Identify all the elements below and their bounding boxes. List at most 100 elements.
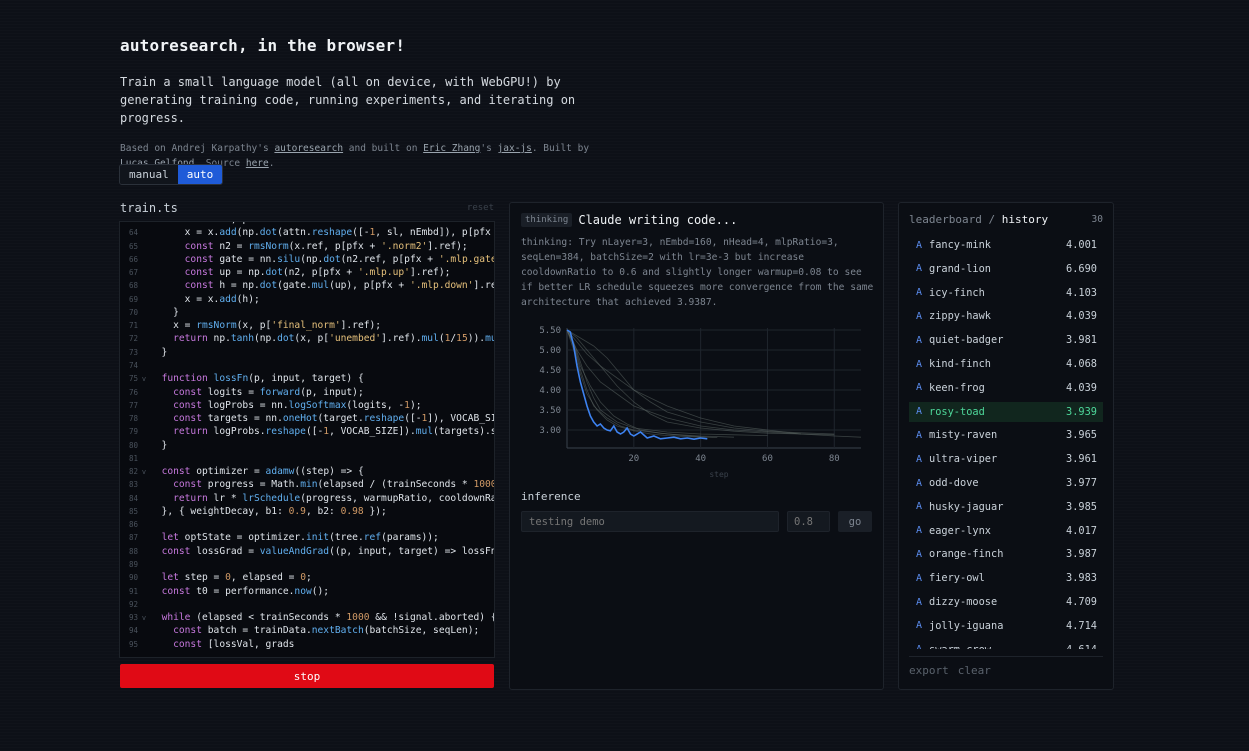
code-text: function lossFn(p, input, target) { — [150, 373, 364, 384]
leaderboard-list[interactable]: Afancy-mink 4.001 Agrand-lion 6.690 Aicy-fin… — [909, 235, 1103, 649]
code-token: )). — [467, 333, 486, 345]
code-token: const — [184, 267, 214, 279]
line-number: 83 — [128, 480, 138, 490]
line-number: 90 — [128, 573, 138, 583]
fold-icon[interactable]: v — [138, 466, 150, 479]
code-token: add — [219, 227, 237, 239]
code-token: (params)); — [381, 532, 439, 544]
eric-zhang-link[interactable]: Eric Zhang — [423, 143, 480, 154]
leaderboard-tabs: leaderboard / history — [909, 213, 1048, 226]
code-token: ].ref); — [427, 240, 468, 252]
fold-icon[interactable]: v — [138, 612, 150, 625]
leaderboard-row[interactable]: Afancy-mink 4.001 — [909, 235, 1103, 255]
loss-chart: 3.00 3.50 4.00 4.50 5.00 5.50 20 40 60 80 step — [539, 326, 862, 479]
code-line: 69 x = x.add(h); — [120, 293, 260, 306]
auto-run-icon: A — [916, 334, 923, 346]
code-token: np. — [207, 333, 231, 345]
x-tick-label: 20 — [628, 454, 639, 464]
run-score: 3.987 — [1066, 548, 1097, 561]
run-name: icy-finch — [929, 286, 985, 299]
code-text: let optState = optimizer.init(tree.ref(p… — [150, 532, 439, 543]
credits-text: Based on Andrej Karpathy's — [120, 143, 275, 154]
leaderboard-row[interactable]: Akeen-frog 4.039 — [909, 378, 1103, 398]
auto-run-icon: A — [916, 477, 923, 489]
run-name: orange-finch — [929, 548, 1004, 561]
leaderboard-row[interactable]: Aquiet-badger 3.981 — [909, 330, 1103, 350]
code-token: const — [173, 399, 202, 411]
code-token: const — [173, 386, 202, 398]
inference-temperature-input[interactable] — [787, 511, 830, 532]
mode-auto-button[interactable]: auto — [177, 165, 223, 184]
run-name: fiery-owl — [929, 572, 985, 585]
code-token: }, { weightDecay, b1: — [150, 505, 289, 517]
line-number: 74 — [128, 360, 138, 370]
autoresearch-link[interactable]: autoresearch — [274, 143, 343, 154]
leaderboard-row[interactable]: Arosy-toad 3.939 — [909, 401, 1103, 422]
code-line: 79 return logProbs.reshape([-1, VOCAB_SI… — [120, 425, 494, 438]
inference-go-button[interactable]: go — [838, 511, 872, 532]
run-score: 4.714 — [1066, 619, 1097, 632]
code-token: , VOCAB_SIZE]). — [329, 426, 416, 438]
clear-button[interactable]: clear — [958, 664, 991, 677]
leaderboard-row[interactable]: Aeager-lynx 4.017 — [909, 521, 1103, 541]
past-run-line — [566, 329, 735, 438]
leaderboard-row[interactable]: Aodd-dove 3.977 — [909, 473, 1103, 493]
source-link[interactable]: here — [246, 158, 269, 169]
code-token: '.mlp.gate' — [438, 253, 494, 265]
code-line: 85 }, { weightDecay, b1: 0.9, b2: 0.98 }… — [120, 505, 387, 518]
export-button[interactable]: export — [909, 664, 949, 677]
run-name: kind-finch — [929, 358, 991, 370]
code-line: 70 } — [120, 306, 179, 319]
code-token: (attn. — [277, 227, 312, 239]
leaderboard-row[interactable]: Ahusky-jaguar 3.985 — [909, 497, 1103, 517]
code-token: 0.9 — [288, 505, 306, 517]
run-score: 4.001 — [1066, 239, 1097, 251]
fold-icon[interactable]: v — [138, 373, 150, 386]
leaderboard-row[interactable]: Amisty-raven 3.965 — [909, 425, 1103, 445]
code-token: logProbs. — [207, 426, 266, 438]
code-line: 93 v while (elapsed < trainSeconds * 1000… — [120, 611, 494, 625]
reset-button[interactable]: reset — [467, 203, 494, 213]
leaderboard-row[interactable]: Ajolly-iguana 4.714 — [909, 616, 1103, 636]
code-line: 94 const batch = trainData.nextBatch(bat… — [120, 624, 479, 637]
y-tick-label: 4.00 — [539, 386, 561, 396]
jax-js-link[interactable]: jax-js — [498, 143, 532, 154]
stop-button[interactable]: stop — [120, 664, 494, 688]
leaderboard-row[interactable]: Afiery-owl 3.983 — [909, 568, 1103, 588]
leaderboard-row[interactable]: Azippy-hawk 4.039 — [909, 306, 1103, 326]
code-text: x = rmsNorm(x, p['final_norm'].ref); — [150, 320, 381, 331]
code-token: lossGrad = — [190, 545, 260, 557]
inference-prompt-input[interactable] — [521, 511, 779, 532]
leaderboard-row[interactable]: Aswarm-crow4.614 — [909, 640, 1103, 649]
code-token: dot — [323, 253, 341, 265]
leaderboard-row[interactable]: Agrand-lion 6.690 — [909, 259, 1103, 279]
leaderboard-row[interactable]: Akind-finch 4.068 — [909, 354, 1103, 374]
mode-manual-button[interactable]: manual — [120, 165, 178, 184]
page-header: autoresearch, in the browser! Train a sm… — [120, 36, 620, 171]
code-token: n2 = — [213, 240, 249, 252]
mode-toggle: manual auto — [119, 164, 224, 185]
code-editor[interactable]: const forward, p64 x = x.add(np.dot(attn… — [119, 221, 495, 658]
run-count: 30 — [1091, 214, 1103, 225]
code-token: 1000 — [473, 479, 495, 491]
code-token: '.mlp.up' — [357, 267, 410, 279]
leaderboard-row[interactable]: Aicy-finch 4.103 — [909, 283, 1103, 303]
run-score: 4.039 — [1066, 310, 1097, 323]
leaderboard-row[interactable]: Adizzy-moose 4.709 — [909, 592, 1103, 612]
tab-history[interactable]: history — [1002, 213, 1048, 226]
leaderboard-row[interactable]: Aultra-viper 3.961 — [909, 449, 1103, 469]
leaderboard-row[interactable]: Aorange-finch 3.987 — [909, 544, 1103, 564]
code-text: return lr * lrSchedule(progress, warmupR… — [150, 493, 494, 504]
run-score: 3.977 — [1066, 477, 1097, 489]
tab-leaderboard[interactable]: leaderboard — [909, 213, 982, 226]
code-text: return logProbs.reshape([-1, VOCAB_SIZE]… — [150, 426, 494, 438]
code-line: 74 — [120, 359, 150, 372]
code-line: 84 return lr * lrSchedule(progress, warm… — [120, 492, 494, 505]
code-line: 80 } — [120, 439, 167, 452]
code-token: init — [305, 532, 330, 544]
